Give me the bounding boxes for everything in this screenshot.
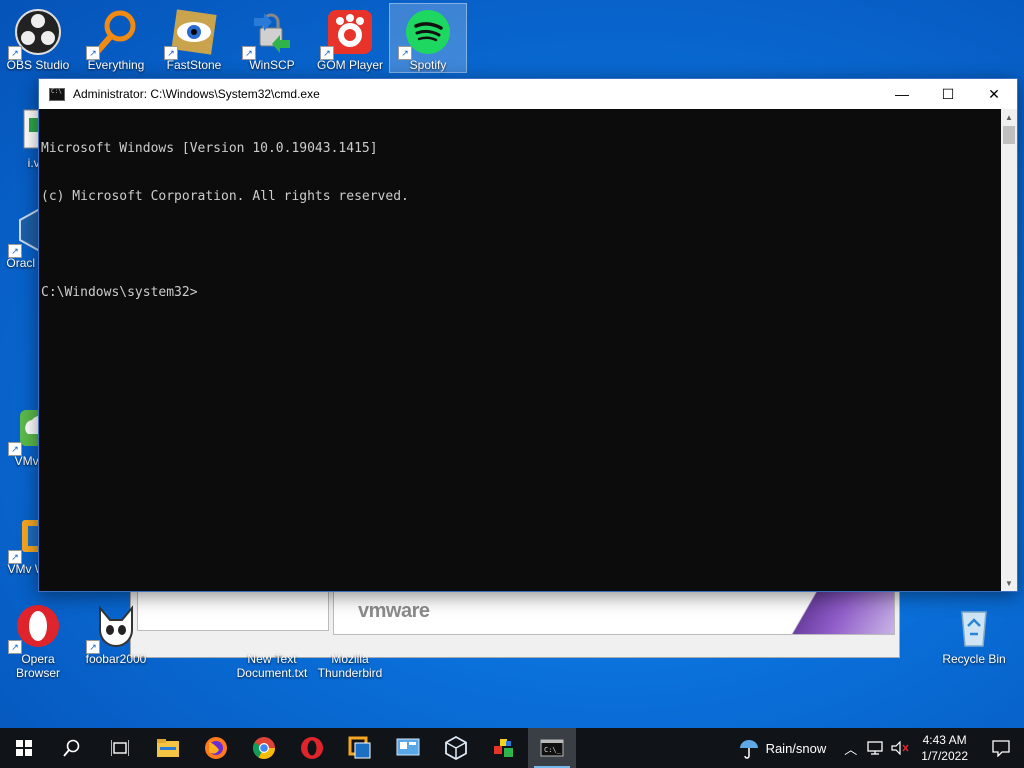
clock-time: 4:43 AM <box>922 733 967 747</box>
vertical-scrollbar[interactable]: ▲ ▼ <box>1001 109 1017 591</box>
chevron-up-icon[interactable]: ︿ <box>844 739 857 758</box>
desktop-icon-recycle-bin[interactable]: Recycle Bin <box>936 598 1012 666</box>
chrome-icon <box>253 737 275 759</box>
desktop-icon-everything[interactable]: ↗ Everything <box>78 4 154 72</box>
search-button[interactable] <box>48 728 96 768</box>
shortcut-arrow-icon: ↗ <box>398 46 412 60</box>
desktop-icon-label: foobar2000 <box>85 652 147 666</box>
desktop-icon-label: Everything <box>87 58 145 72</box>
spotify-icon: ↗ <box>398 8 452 60</box>
cmd-window[interactable]: Administrator: C:\Windows\System32\cmd.e… <box>38 78 1018 592</box>
taskbar-chrome[interactable] <box>240 728 288 768</box>
taskbar: C:\_ Rain/snow ︿ 4:43 AM 1/7/2022 <box>0 728 1024 768</box>
installer-banner: vmware <box>333 589 895 635</box>
desktop-icon-winscp[interactable]: ↗ WinSCP <box>234 4 310 72</box>
eye-icon: ↗ <box>164 8 218 60</box>
desktop-icon-label: FastStone <box>166 58 222 72</box>
shortcut-arrow-icon: ↗ <box>86 640 100 654</box>
console-output[interactable]: Microsoft Windows [Version 10.0.19043.14… <box>39 109 1001 591</box>
search-icon <box>63 739 80 757</box>
desktop-icon-new-text-document[interactable]: New Text Document.txt <box>234 598 310 680</box>
scroll-down-arrow-icon[interactable]: ▼ <box>1001 575 1017 591</box>
windows-logo-icon <box>16 740 32 756</box>
magnifier-icon: ↗ <box>86 8 140 60</box>
scroll-up-arrow-icon[interactable]: ▲ <box>1001 109 1017 125</box>
lock-arrows-icon: ↗ <box>242 8 296 60</box>
firefox-icon <box>205 737 227 759</box>
window-title: Administrator: C:\Windows\System32\cmd.e… <box>73 87 320 101</box>
minimize-button[interactable]: — <box>879 79 925 109</box>
shortcut-arrow-icon: ↗ <box>8 46 22 60</box>
desktop-icon-mozilla-thunderbird[interactable]: Mozilla Thunderbird <box>312 598 388 680</box>
cmd-app-icon[interactable] <box>49 87 65 101</box>
shortcut-arrow-icon: ↗ <box>8 244 22 258</box>
taskbar-app-cubes[interactable] <box>480 728 528 768</box>
recycle-bin-icon <box>950 602 998 650</box>
desktop-icon-label: GOM Player <box>316 58 383 72</box>
virtualbox-icon <box>445 736 467 760</box>
desktop-icon-faststone[interactable]: ↗ FastStone <box>156 4 232 72</box>
console-line: (c) Microsoft Corporation. All rights re… <box>41 189 409 204</box>
desktop-icon-gom-player[interactable]: ↗ GOM Player <box>312 4 388 72</box>
weather-text[interactable]: Rain/snow <box>766 741 827 756</box>
desktop-icon-label: WinSCP <box>249 58 295 72</box>
taskbar-opera[interactable] <box>288 728 336 768</box>
console-line: Microsoft Windows [Version 10.0.19043.14… <box>41 141 378 156</box>
shortcut-arrow-icon: ↗ <box>242 46 256 60</box>
cmd-titlebar[interactable]: Administrator: C:\Windows\System32\cmd.e… <box>39 79 1017 109</box>
taskbar-vmware-workstation[interactable] <box>336 728 384 768</box>
desktop-icon-label: OBS Studio <box>6 58 70 72</box>
shortcut-arrow-icon: ↗ <box>320 46 334 60</box>
desktop-icon-foobar2000[interactable]: ↗ foobar2000 <box>78 598 154 666</box>
desktop-icon-label: Spotify <box>409 58 447 72</box>
folder-icon <box>157 739 179 757</box>
scrollbar-thumb[interactable] <box>1003 126 1015 144</box>
taskbar-cmd[interactable]: C:\_ <box>528 728 576 768</box>
shortcut-arrow-icon: ↗ <box>164 46 178 60</box>
volume-muted-icon[interactable] <box>891 741 909 755</box>
command-prompt[interactable]: C:\Windows\system32> <box>41 285 1001 301</box>
desktop-icon-label: New Text Document.txt <box>236 652 308 680</box>
shortcut-arrow-icon: ↗ <box>86 46 100 60</box>
obs-studio-icon: ↗ <box>8 8 62 60</box>
task-view-button[interactable] <box>96 728 144 768</box>
opera-icon <box>301 737 323 759</box>
taskbar-control-panel[interactable] <box>384 728 432 768</box>
banner-stripe <box>754 590 894 634</box>
taskbar-firefox[interactable] <box>192 728 240 768</box>
desktop-icon-spotify[interactable]: ↗ Spotify <box>389 3 467 73</box>
system-tray: Rain/snow ︿ 4:43 AM 1/7/2022 <box>738 728 1024 768</box>
taskbar-file-explorer[interactable] <box>144 728 192 768</box>
shortcut-arrow-icon: ↗ <box>8 442 22 456</box>
shortcut-arrow-icon: ↗ <box>8 640 22 654</box>
clock-date: 1/7/2022 <box>921 749 968 763</box>
clock[interactable]: 4:43 AM 1/7/2022 <box>921 732 968 764</box>
desktop-icon-label: Mozilla Thunderbird <box>317 652 383 680</box>
gom-player-icon: ↗ <box>320 8 374 60</box>
umbrella-weather-icon[interactable] <box>738 737 760 759</box>
shortcut-arrow-icon: ↗ <box>8 550 22 564</box>
desktop-icon-label: Opera Browser <box>15 652 60 680</box>
cmd-icon: C:\_ <box>540 739 564 757</box>
close-button[interactable]: ✕ <box>971 79 1017 109</box>
desktop-icon-opera[interactable]: ↗ Opera Browser <box>0 598 76 680</box>
desktop-icon-label: Recycle Bin <box>942 652 1006 666</box>
notifications-icon[interactable] <box>992 739 1010 757</box>
foobar-cat-icon: ↗ <box>86 602 140 654</box>
maximize-button[interactable]: ☐ <box>925 79 971 109</box>
task-view-icon <box>111 740 129 756</box>
network-icon[interactable] <box>867 741 883 755</box>
start-button[interactable] <box>0 728 48 768</box>
opera-icon: ↗ <box>8 602 62 654</box>
control-panel-icon <box>396 738 420 756</box>
svg-text:C:\_: C:\_ <box>544 746 562 754</box>
taskbar-virtualbox[interactable] <box>432 728 480 768</box>
vmware-workstation-icon <box>348 736 371 759</box>
desktop-icon-obs-studio[interactable]: ↗ OBS Studio <box>0 4 76 72</box>
colorful-cubes-icon <box>494 739 513 757</box>
